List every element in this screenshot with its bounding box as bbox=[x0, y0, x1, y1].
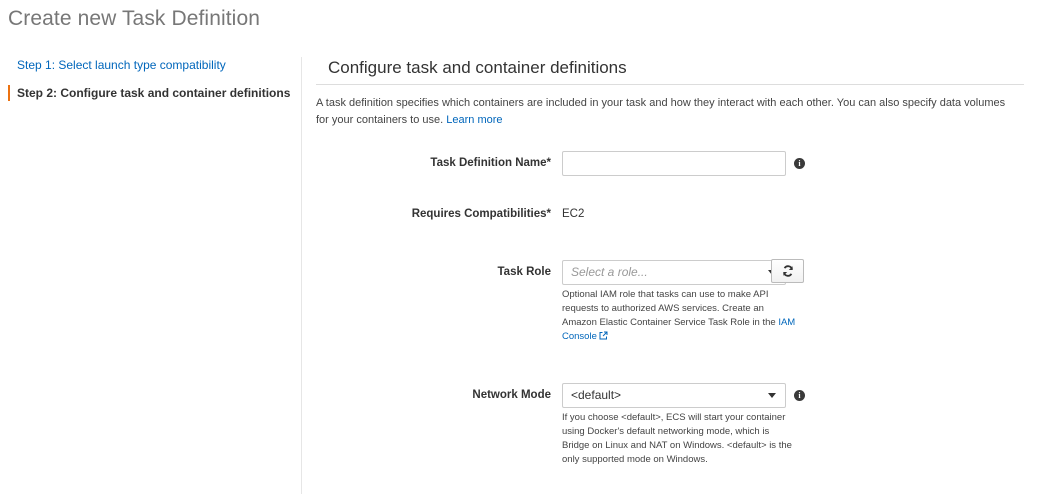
wizard-steps: Step 1: Select launch type compatibility… bbox=[8, 57, 293, 113]
task-definition-name-input[interactable] bbox=[562, 151, 786, 176]
section-description: A task definition specifies which contai… bbox=[316, 95, 1016, 129]
step-1-link[interactable]: Step 1: Select launch type compatibility bbox=[8, 57, 293, 73]
section-divider bbox=[316, 84, 1024, 85]
network-mode-value: <default> bbox=[571, 388, 622, 402]
task-role-placeholder: Select a role... bbox=[571, 265, 648, 279]
task-definition-name-label: Task Definition Name* bbox=[430, 157, 551, 169]
info-icon[interactable]: i bbox=[794, 158, 805, 169]
vertical-divider bbox=[301, 57, 302, 494]
refresh-roles-button[interactable] bbox=[771, 259, 804, 283]
network-mode-select[interactable]: <default> bbox=[562, 383, 786, 408]
refresh-icon bbox=[782, 265, 793, 277]
learn-more-link[interactable]: Learn more bbox=[446, 114, 502, 126]
requires-compatibilities-value: EC2 bbox=[562, 208, 585, 220]
task-role-select[interactable]: Select a role... bbox=[562, 260, 786, 285]
network-mode-label: Network Mode bbox=[472, 389, 551, 401]
network-mode-help: If you choose <default>, ECS will start … bbox=[562, 412, 792, 465]
requires-compatibilities-label: Requires Compatibilities* bbox=[411, 208, 551, 220]
task-role-label: Task Role bbox=[497, 266, 551, 278]
task-role-help: Optional IAM role that tasks can use to … bbox=[562, 288, 797, 344]
task-role-help-text: Optional IAM role that tasks can use to … bbox=[562, 289, 776, 328]
chevron-down-icon bbox=[768, 393, 776, 398]
section-description-text: A task definition specifies which contai… bbox=[316, 97, 1006, 126]
step-2-current: Step 2: Configure task and container def… bbox=[8, 85, 293, 101]
section-title: Configure task and container definitions bbox=[328, 58, 627, 77]
info-icon[interactable]: i bbox=[794, 390, 805, 401]
external-link-icon bbox=[599, 331, 608, 340]
page-title: Create new Task Definition bbox=[8, 7, 261, 30]
